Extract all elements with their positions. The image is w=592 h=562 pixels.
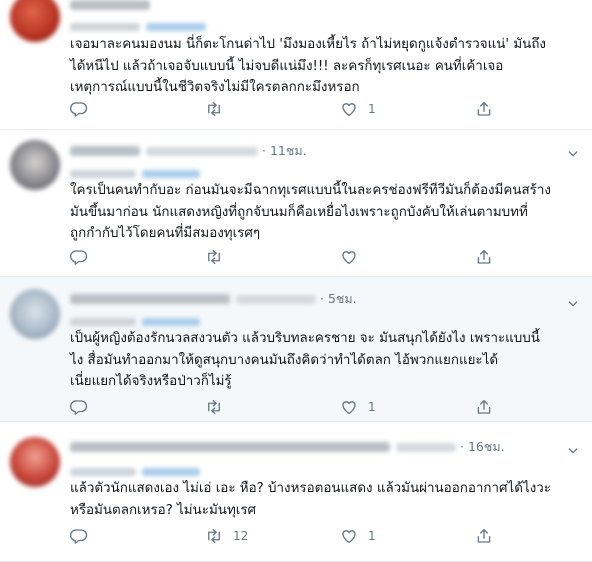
chevron-down-icon[interactable] bbox=[568, 144, 578, 157]
retweet-count: 12 bbox=[233, 529, 249, 543]
tweet-text-line: เจอมาละคนมองนม นี่ก็ตะโกนด่าไป 'มึงมองเห… bbox=[70, 37, 546, 52]
user-handle[interactable] bbox=[146, 146, 258, 156]
retweet-button[interactable]: 12 bbox=[205, 526, 248, 546]
share-upload-icon bbox=[475, 248, 493, 266]
share-upload-icon bbox=[475, 527, 493, 545]
user-handle[interactable] bbox=[396, 442, 456, 452]
retweet-arrows-icon bbox=[205, 100, 223, 118]
replying-to bbox=[70, 311, 200, 326]
display-name[interactable] bbox=[70, 0, 150, 10]
tweet-time[interactable]: · 5ชม. bbox=[320, 291, 357, 306]
tweet-3[interactable]: · 5ชม. เป็นผู้หญิงต้องรักนวลสงวนตัว แล้ว… bbox=[0, 277, 592, 422]
replying-to bbox=[70, 16, 206, 31]
avatar[interactable] bbox=[10, 140, 60, 190]
comment-bubble-icon bbox=[70, 398, 88, 416]
tweet-header: · 11ชม. bbox=[70, 141, 307, 159]
reply-button[interactable] bbox=[70, 397, 98, 417]
tweet-text-line: มันขึ้นมาก่อน นักแสดงหญิงที่ถูกจับนมก็คื… bbox=[70, 204, 528, 220]
heart-outline-icon bbox=[340, 398, 358, 416]
tweet-text-line: ได้หนีไป แล้วถ้าเจอจับแบบนี้ ไม่จบดีแน่ม… bbox=[70, 58, 504, 74]
retweet-button[interactable] bbox=[205, 397, 233, 417]
tweet-text: เป็นผู้หญิงต้องรักนวลสงวนตัว แล้วบริบทละ… bbox=[70, 328, 575, 393]
tweet-text-line: เป็นผู้หญิงต้องรักนวลสงวนตัว แล้วบริบทละ… bbox=[70, 331, 540, 346]
tweet-text-line: ถูกกำกับไว้โดยคนที่มีสมองทุเรศๆ bbox=[70, 226, 261, 241]
tweet-4[interactable]: · 16ชม. แล้วตัวนักแสดงเอง ไม่เอ่ เอะ หือ… bbox=[0, 422, 592, 562]
retweet-arrows-icon bbox=[205, 527, 223, 545]
tweet-header bbox=[70, 0, 150, 14]
tweet-text: เจอมาละคนมองนม นี่ก็ตะโกนด่าไป 'มึงมองเห… bbox=[70, 34, 575, 99]
tweet-header: · 5ชม. bbox=[70, 289, 357, 307]
retweet-button[interactable] bbox=[205, 247, 233, 267]
tweet-text-line: เนี่ยแยกได้จริงหรือป่าวก็ไม่รู้ bbox=[70, 374, 232, 389]
tweet-text: ใครเป็นคนทำกับอะ ก่อนมันจะมีฉากทุเรศแบบน… bbox=[70, 180, 575, 245]
like-button[interactable]: 1 bbox=[340, 526, 376, 546]
reply-button[interactable] bbox=[70, 99, 98, 119]
tweet-text-line: ไง สื่อมันทำออกมาให้ดูสนุกบางคนมันถึงคิด… bbox=[70, 352, 499, 368]
tweet-text: แล้วตัวนักแสดงเอง ไม่เอ่ เอะ หือ? บ้างหร… bbox=[70, 478, 575, 521]
tweet-text-line: เหตุการณ์แบบนี้ในชีวิตจริงไม่มีใครตลกกะม… bbox=[70, 80, 360, 95]
like-button[interactable]: 1 bbox=[340, 99, 376, 119]
tweet-text-line: หรือมันตลกเหรอ? ไม่นะมันทุเรศ bbox=[70, 502, 257, 518]
tweet-time[interactable]: · 16ชม. bbox=[460, 439, 505, 454]
retweet-arrows-icon bbox=[205, 398, 223, 416]
avatar[interactable] bbox=[10, 0, 60, 42]
heart-outline-icon bbox=[340, 527, 358, 545]
like-button[interactable] bbox=[340, 247, 368, 267]
share-button[interactable] bbox=[475, 247, 493, 267]
replying-to bbox=[70, 461, 200, 476]
heart-outline-icon bbox=[340, 100, 358, 118]
display-name[interactable] bbox=[70, 442, 390, 452]
tweet-actions bbox=[70, 247, 510, 267]
chevron-down-icon[interactable] bbox=[568, 294, 578, 307]
share-button[interactable] bbox=[475, 397, 493, 417]
share-upload-icon bbox=[475, 398, 493, 416]
share-upload-icon bbox=[475, 100, 493, 118]
heart-outline-icon bbox=[340, 248, 358, 266]
tweet-header: · 16ชม. bbox=[70, 437, 505, 455]
tweet-actions: 1 bbox=[70, 397, 510, 417]
avatar[interactable] bbox=[10, 437, 60, 487]
display-name[interactable] bbox=[70, 146, 140, 156]
comment-bubble-icon bbox=[70, 100, 88, 118]
retweet-arrows-icon bbox=[205, 248, 223, 266]
display-name[interactable] bbox=[70, 294, 230, 304]
like-count: 1 bbox=[368, 102, 376, 116]
tweet-time[interactable]: · 11ชม. bbox=[262, 143, 307, 158]
retweet-button[interactable] bbox=[205, 99, 233, 119]
tweet-actions: 12 1 bbox=[70, 526, 510, 546]
reply-button[interactable] bbox=[70, 526, 98, 546]
reply-button[interactable] bbox=[70, 247, 98, 267]
avatar[interactable] bbox=[10, 289, 60, 339]
like-count: 1 bbox=[368, 529, 376, 543]
tweet-text-line: แล้วตัวนักแสดงเอง ไม่เอ่ เอะ หือ? บ้างหร… bbox=[70, 481, 551, 496]
replying-to bbox=[70, 163, 200, 178]
tweet-2[interactable]: · 11ชม. ใครเป็นคนทำกับอะ ก่อนมันจะมีฉากท… bbox=[0, 130, 592, 277]
chevron-down-icon[interactable] bbox=[568, 441, 578, 454]
tweet-text-line: ใครเป็นคนทำกับอะ ก่อนมันจะมีฉากทุเรศแบบน… bbox=[70, 183, 551, 198]
comment-bubble-icon bbox=[70, 527, 88, 545]
like-button[interactable]: 1 bbox=[340, 397, 376, 417]
user-handle[interactable] bbox=[236, 294, 316, 304]
comment-bubble-icon bbox=[70, 248, 88, 266]
share-button[interactable] bbox=[475, 526, 493, 546]
like-count: 1 bbox=[368, 400, 376, 414]
tweet-actions: 1 bbox=[70, 99, 510, 119]
tweet-1[interactable]: เจอมาละคนมองนม นี่ก็ตะโกนด่าไป 'มึงมองเห… bbox=[0, 0, 592, 130]
share-button[interactable] bbox=[475, 99, 493, 119]
